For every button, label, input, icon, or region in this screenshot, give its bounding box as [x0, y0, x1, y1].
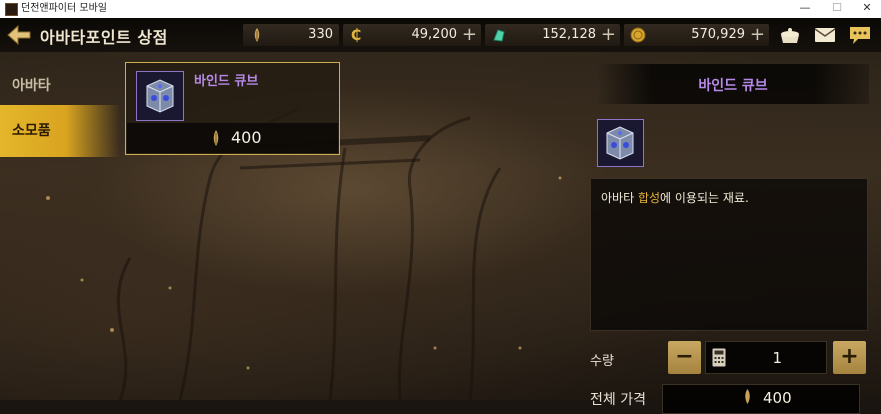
green-gem-value: 152,128	[542, 27, 596, 42]
avatar-point-icon	[213, 130, 219, 146]
detail-title: 바인드 큐브	[698, 78, 768, 94]
tab-consumable-label: 소모품	[12, 123, 51, 139]
gold-value: 570,929	[691, 27, 745, 42]
desc-suffix: 에 이용되는 재료.	[660, 191, 749, 205]
currency-gold: 570,929 +	[624, 24, 769, 46]
quantity-value: 1	[772, 349, 782, 367]
description-box: 아바타 합성에 이용되는 재료.	[590, 178, 868, 331]
add-gold-button[interactable]: +	[750, 24, 765, 45]
mail-icon[interactable]	[813, 25, 837, 45]
window-title: 던전앤파이터 모바일	[21, 3, 107, 14]
bind-cube-detail-icon	[597, 119, 644, 167]
quantity-label: 수량	[590, 354, 614, 369]
desc-prefix: 아바타	[601, 191, 638, 205]
quantity-plus-button[interactable]: +	[833, 341, 866, 374]
item-card-bind-cube[interactable]: 바인드 큐브 400	[125, 62, 340, 155]
gift-pot-icon[interactable]	[778, 25, 802, 45]
item-price-bar: 400	[127, 123, 338, 153]
back-arrow-icon[interactable]	[6, 24, 32, 46]
svg-text:C: C	[351, 28, 361, 43]
total-price-box: 400	[662, 384, 860, 414]
chat-icon[interactable]	[848, 25, 872, 45]
quantity-minus-button[interactable]: −	[668, 341, 701, 374]
avatar-point-icon	[745, 389, 750, 404]
tab-avatar[interactable]: 아바타	[0, 60, 120, 110]
page-title: 아바타포인트 상점	[40, 28, 168, 47]
currency-c-coin: C 49,200 +	[343, 24, 481, 46]
item-description: 아바타 합성에 이용되는 재료.	[601, 189, 749, 206]
avatar-point-value: 330	[308, 27, 333, 42]
total-price-value: 400	[763, 389, 792, 407]
tab-consumable[interactable]: 소모품	[0, 105, 120, 157]
gold-coin-c-icon: C	[351, 28, 361, 43]
add-green-gem-button[interactable]: +	[601, 24, 616, 45]
calculator-icon[interactable]	[712, 348, 726, 367]
tab-avatar-label: 아바타	[12, 78, 51, 94]
close-button[interactable]: ✕	[852, 0, 881, 18]
top-bar: 아바타포인트 상점 330 C 49,200 + 152,128 + 570,9…	[0, 18, 881, 52]
currency-green-gem: 152,128 +	[485, 24, 620, 46]
quantity-field[interactable]: 1	[705, 341, 827, 374]
c-coin-value: 49,200	[411, 27, 458, 42]
window-titlebar: 던전앤파이터 모바일 — ☐ ✕	[0, 0, 881, 18]
minimize-button[interactable]: —	[790, 0, 820, 18]
currency-avatar-point: 330	[243, 24, 339, 46]
detail-header: 바인드 큐브	[597, 64, 869, 104]
item-name: 바인드 큐브	[194, 74, 259, 89]
item-price: 400	[231, 128, 262, 147]
green-gem-icon	[493, 29, 505, 42]
gold-coin-icon	[630, 27, 646, 43]
add-c-coin-button[interactable]: +	[462, 24, 477, 45]
app-icon	[5, 3, 18, 16]
avatar-point-icon	[254, 28, 260, 42]
maximize-button[interactable]: ☐	[822, 0, 852, 18]
desc-highlight: 합성	[637, 191, 661, 205]
bind-cube-icon	[136, 71, 184, 121]
total-price-label: 전체 가격	[590, 392, 646, 408]
